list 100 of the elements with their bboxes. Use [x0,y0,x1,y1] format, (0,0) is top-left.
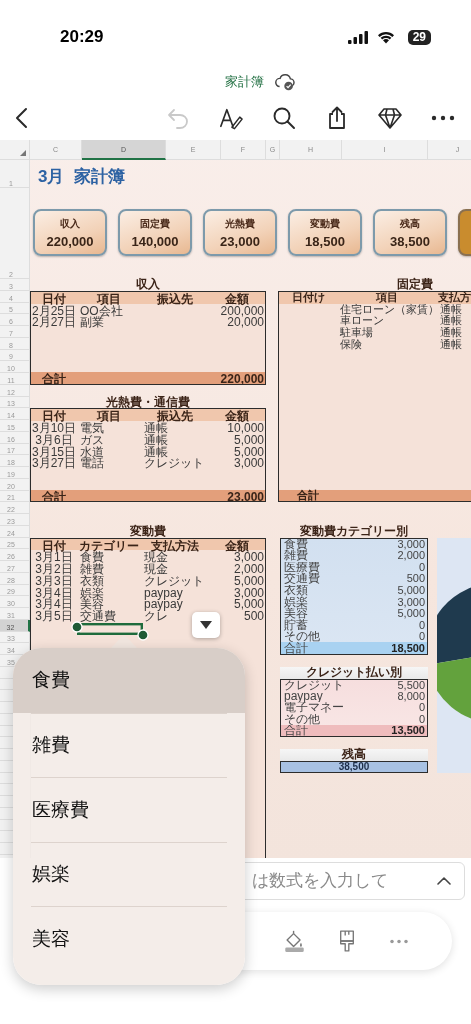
sheet-title: 3月 家計簿 [37,166,126,188]
table-title: 変動費 [129,525,167,538]
table-cell-text: 駐車場 [339,327,374,339]
table-cell-text: 0 [418,631,426,643]
card-value: 140,000 [131,233,179,249]
table-title: 光熱費・通信費 [105,396,191,409]
total-label: 合計 [283,725,308,737]
column-header: 項目 [96,409,122,424]
column-header: 項目 [95,291,121,306]
table-cell-text: 500 [406,573,426,585]
column-header: カテゴリー [78,538,140,553]
table-cell-text: 2,000 [232,562,265,576]
table-cell-text: 通帳 [439,338,463,351]
table-cell-text: クレジット [283,679,344,691]
table-cell-text: 5,000 [232,444,265,459]
table-cell-text: 医療費 [283,561,320,573]
total-amount: 13,500 [391,725,426,737]
table-cell: 3月27日 [31,456,77,471]
table-cell: 2月27日 [31,315,77,330]
table-cell-text: 5,000 [232,597,265,612]
table-cell-text: 3,000 [232,456,265,471]
table-cell-text: 3月4日 [34,597,74,612]
column-header: 振込先 [156,291,194,306]
column-header: 日付け [290,291,326,304]
table-cell-text: その他 [283,631,320,643]
table-cell-text: 交通費 [283,573,320,585]
table-cell-text: 現金 [143,562,169,576]
table-cell-text: クレジット [143,573,205,588]
table-cell-text: 通帳 [439,303,462,315]
total-label: 合計 [283,642,308,654]
table-cell-text: 3月5日 [34,609,74,623]
table-cell-text: 車ローン [339,315,385,327]
table-title: 変動費カテゴリー別 [300,525,409,538]
table-title: 収入 [135,279,161,291]
table-cell-text: 3月4日 [34,585,74,600]
table-cell-text: 副業 [79,315,104,330]
table-cell-text: 3月2日 [34,562,74,576]
table-cell-text: 娯楽 [283,596,308,608]
card-value: 38,500 [390,233,430,249]
table-cell-text: 0 [418,713,426,725]
table-cell-text: 5,500 [397,679,426,691]
table-cell-text: 0 [418,619,426,631]
table-cell-text: 通帳 [439,315,463,327]
total-label: 合計 [296,489,320,502]
table-cell-text: 衣類 [283,584,308,596]
table-cell-text: 3月6日 [34,432,75,447]
table-cell-text: 20,000 [227,315,265,330]
column-header: 支払方法 [151,538,200,553]
table-cell-text: 電子マネー [283,702,344,714]
table-cell-text: 通帳 [439,327,463,338]
battery-indicator: 29 [407,29,431,45]
table-cell-text: 5,000 [397,608,426,620]
table-cell-text: 食費 [283,538,308,550]
table-cell-text: 10,000 [227,421,265,435]
table-cell-text: 3,000 [397,596,426,608]
card-value: 18,500 [305,233,345,249]
column-header: 支払方 [437,291,471,303]
table-title: 残高 [280,749,428,761]
card-value: 23,000 [220,233,260,249]
table-cell-text: 雑費 [283,550,308,562]
table-cell-text: 8,000 [397,691,426,702]
column-header: 日付 [42,291,67,306]
table-cell-text: 交通費 [79,609,117,623]
table-cell-text: 3月3日 [34,573,74,588]
table-cell-text: 3,000 [397,538,426,550]
card-label: 光熱費 [225,216,255,231]
clock-time: 20:29 [60,27,104,47]
column-header: 金額 [224,538,249,553]
column-header: 日付 [42,538,67,553]
table-cell-text: 3,000 [233,550,265,565]
card-label: 固定費 [140,216,170,231]
card-label: 残高 [400,216,420,231]
table-cell-text: 3月1日 [34,550,74,565]
table-cell-text: paypay [283,691,323,702]
column-header: 項目 [375,291,399,304]
table-cell-text: 貯蓄 [283,619,308,631]
table-cell-text: 雑費 [79,562,105,576]
card-label: 変動費 [310,216,340,231]
table-cell-text: 5,000 [233,432,265,447]
table-cell-text: 0 [418,702,426,714]
table-cell-text: 3,000 [232,585,265,600]
table-cell-text: 5,000 [397,584,426,596]
table-cell-text: 2,000 [397,550,426,562]
document-title: 家計簿 [225,73,264,91]
table-cell-text: 0 [418,561,426,573]
table-cell-text: 通帳 [143,421,168,435]
table-cell-text: 保険 [339,338,362,351]
table-cell-text: 電気 [79,421,104,435]
table-cell-text: 500 [243,609,265,623]
column-header: 金額 [224,409,249,424]
table-cell: 3月15日 [31,444,77,459]
card-value: 220,000 [46,233,94,249]
table-cell-text: 住宅ローン（家賃） [339,303,437,315]
total-amount: 18,500 [391,642,426,654]
table-title: 固定費 [396,279,434,291]
column-header: 金額 [224,291,250,306]
table-cell-text: その他 [283,713,320,725]
table-title: クレジット払い別 [280,666,428,679]
table-cell-text: 5,000 [232,573,265,588]
card-label: 収入 [60,216,80,231]
